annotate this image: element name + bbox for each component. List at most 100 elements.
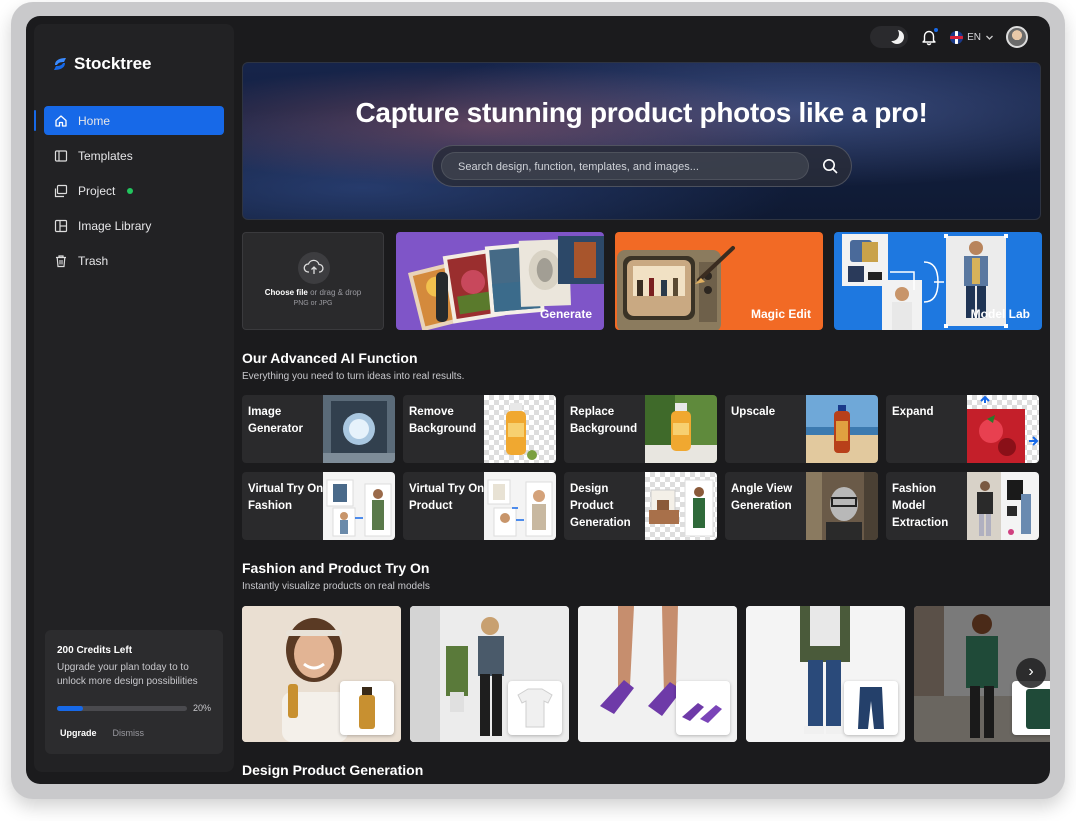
chevron-right-icon: ›	[1028, 663, 1034, 680]
function-label: Virtual Try On Fashion	[248, 483, 324, 512]
sidebar-item-image-library[interactable]: Image Library	[44, 211, 224, 240]
search-bar: Search design, function, templates, and …	[432, 145, 852, 187]
upscale-thumb	[806, 395, 878, 463]
try-on-title: Fashion and Product Try On	[242, 560, 430, 576]
moon-icon	[890, 30, 905, 44]
avatar[interactable]	[1006, 26, 1028, 48]
function-expand[interactable]: Expand	[886, 395, 1039, 463]
hero-title: Capture stunning product photos like a p…	[355, 97, 928, 128]
design-product-generation-thumb	[645, 472, 717, 540]
function-label: Expand	[892, 406, 934, 418]
function-upscale[interactable]: Upscale	[725, 395, 878, 463]
credits-title: 200 Credits Left	[57, 645, 133, 656]
product-thumbnail	[844, 681, 898, 735]
magic-edit-card[interactable]: Magic Edit	[615, 232, 823, 330]
sidebar-item-home[interactable]: Home	[34, 106, 224, 135]
upgrade-button[interactable]: Upgrade	[60, 728, 97, 738]
function-label: Image Generator	[248, 406, 303, 435]
product-thumbnail	[340, 681, 394, 735]
logo-mark-icon	[54, 58, 66, 70]
function-design-product-generation[interactable]: Design Product Generation	[564, 472, 717, 540]
upload-dropzone[interactable]: Choose file or drag & drop PNG or JPG	[242, 232, 384, 330]
sidebar-item-label: Project	[78, 183, 116, 198]
notifications-button[interactable]	[920, 27, 940, 46]
sidebar-item-label: Home	[78, 113, 111, 128]
function-label: Angle View Generation	[731, 483, 793, 512]
carousel-next-button[interactable]: ›	[1016, 658, 1046, 688]
generate-card[interactable]: Generate	[396, 232, 604, 330]
try-on-subtitle: Instantly visualize products on real mod…	[242, 581, 430, 592]
product-thumbnail	[676, 681, 730, 735]
language-selector[interactable]: EN	[950, 30, 994, 44]
magic-edit-card-label: Magic Edit	[750, 307, 811, 321]
model-lab-card-label: Model Lab	[970, 307, 1030, 321]
model-lab-card[interactable]: Model Lab	[834, 232, 1042, 330]
sidebar-item-label: Templates	[78, 148, 133, 163]
virtual-try-on-fashion-thumb	[323, 472, 395, 540]
sidebar-item-templates[interactable]: Templates	[44, 141, 224, 170]
try-on-card[interactable]	[242, 606, 401, 742]
function-remove-background[interactable]: Remove Background	[403, 395, 556, 463]
drag-drop-label: or drag & drop	[310, 288, 362, 297]
notification-badge	[933, 27, 940, 33]
try-on-carousel: ›	[242, 606, 1050, 743]
function-image-generator[interactable]: Image Generator	[242, 395, 395, 463]
function-label: Remove Background	[409, 406, 477, 435]
ai-functions-subtitle: Everything you need to turn ideas into r…	[242, 371, 465, 382]
credits-progress-bar	[57, 706, 187, 711]
function-fashion-model-extraction[interactable]: Fashion Model Extraction	[886, 472, 1039, 540]
upload-cloud-icon	[298, 252, 330, 284]
function-label: Fashion Model Extraction	[892, 483, 949, 529]
design-product-generation-title: Design Product Generation	[242, 762, 424, 778]
sidebar: Stocktree Home Templates Project Image L…	[34, 24, 234, 772]
logo[interactable]: Stocktree	[52, 54, 151, 74]
ai-functions-title: Our Advanced AI Function	[242, 350, 418, 366]
virtual-try-on-product-thumb	[484, 472, 556, 540]
replace-background-thumb	[645, 395, 717, 463]
credits-panel: 200 Credits Left Upgrade your plan today…	[45, 630, 223, 754]
theme-toggle[interactable]	[870, 26, 909, 48]
try-on-card[interactable]	[746, 606, 905, 742]
image-library-icon	[54, 219, 68, 232]
function-label: Upscale	[731, 406, 776, 418]
function-label: Design Product Generation	[570, 483, 631, 529]
uk-flag-icon	[950, 30, 964, 44]
status-dot	[127, 187, 134, 194]
function-replace-background[interactable]: Replace Background	[564, 395, 717, 463]
expand-thumb	[967, 395, 1039, 463]
try-on-card[interactable]	[410, 606, 569, 742]
function-label: Replace Background	[570, 406, 638, 435]
choose-file-label[interactable]: Choose file	[265, 288, 308, 297]
credits-progress-fill	[57, 706, 83, 711]
sidebar-item-project[interactable]: Project	[44, 176, 224, 205]
feature-cards: Choose file or drag & drop PNG or JPG Ge…	[242, 232, 1042, 330]
function-virtual-try-on-product[interactable]: Virtual Try On Product	[403, 472, 556, 540]
image-generator-thumb	[323, 395, 395, 463]
active-indicator	[34, 110, 36, 131]
search-input[interactable]: Search design, function, templates, and …	[441, 152, 809, 180]
product-thumbnail	[1012, 681, 1050, 735]
credits-description: Upgrade your plan today to to unlock mor…	[57, 662, 198, 687]
generate-card-label: Generate	[539, 307, 592, 321]
trash-icon	[56, 254, 66, 267]
angle-view-generation-thumb	[806, 472, 878, 540]
home-icon	[55, 114, 67, 127]
function-angle-view-generation[interactable]: Angle View Generation	[725, 472, 878, 540]
product-thumbnail	[508, 681, 562, 735]
dismiss-button[interactable]: Dismiss	[113, 728, 145, 738]
chevron-down-icon	[986, 35, 993, 40]
remove-background-thumb	[484, 395, 556, 463]
app-name: Stocktree	[74, 54, 152, 73]
sidebar-nav: Home Templates Project Image Library Tra…	[34, 106, 224, 281]
topbar: EN	[870, 26, 1028, 48]
upload-formats: PNG or JPG	[293, 300, 333, 307]
language-label: EN	[967, 31, 981, 43]
sidebar-item-trash[interactable]: Trash	[44, 246, 224, 275]
function-label: Virtual Try On Product	[409, 483, 485, 512]
templates-icon	[54, 149, 68, 162]
search-icon[interactable]	[822, 158, 839, 175]
function-virtual-try-on-fashion[interactable]: Virtual Try On Fashion	[242, 472, 395, 540]
hero-banner: Capture stunning product photos like a p…	[242, 62, 1041, 220]
sidebar-item-label: Image Library	[78, 218, 152, 233]
try-on-card[interactable]	[578, 606, 737, 742]
